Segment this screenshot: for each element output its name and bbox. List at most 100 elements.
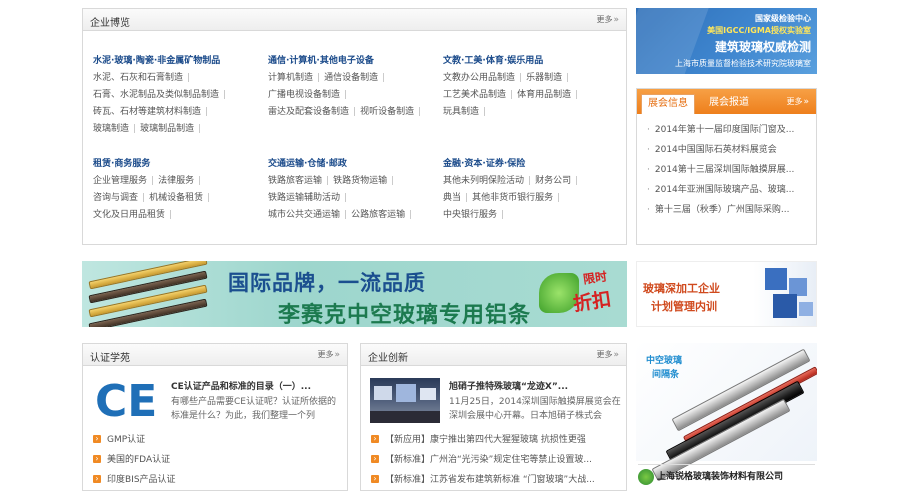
- subcategory-link[interactable]: 典当: [443, 193, 461, 203]
- subcategory-link[interactable]: 中央银行服务: [443, 210, 497, 220]
- category-row: 中央银行服务 |: [443, 207, 618, 224]
- subcategory-link[interactable]: 其他未列明保险活动: [443, 176, 524, 186]
- subcategory-link[interactable]: 工艺美术品制造: [443, 90, 506, 100]
- subcategory-link[interactable]: 法律服务: [158, 176, 194, 186]
- separator: |: [205, 107, 209, 117]
- subcategory-link[interactable]: 体育用品制造: [517, 90, 571, 100]
- category-block: 水泥·玻璃·陶瓷·非金属矿物制品 水泥、石灰和石膏制造 | 石膏、水泥制品及类似制品制…: [93, 53, 268, 138]
- innovation-link[interactable]: 【新标准】江苏省发布建筑新标准 “门窗玻璃”大战...: [371, 470, 595, 490]
- ce-mark-icon[interactable]: CE: [93, 374, 157, 424]
- certification-link[interactable]: 印度BIS产品认证: [93, 470, 176, 490]
- spacer-bar-product-ad[interactable]: 中空玻璃 间隔条 上海锐格玻璃装饰材料有限公司: [636, 343, 817, 491]
- product-label-2: 间隔条: [652, 370, 680, 380]
- category-title[interactable]: 交通运输·仓储·邮政: [268, 156, 443, 169]
- category-title[interactable]: 通信·计算机·其他电子设备: [268, 53, 443, 66]
- subcategory-link[interactable]: 水泥、石灰和石膏制造: [93, 73, 183, 83]
- separator: |: [575, 176, 579, 186]
- innovation-link[interactable]: 【新应用】康宁推出第四代大猩猩玻璃 抗损性更强: [371, 430, 595, 450]
- separator: |: [142, 193, 146, 203]
- subcategory-link[interactable]: 其他非货币银行服务: [472, 193, 553, 203]
- exhibition-item[interactable]: 2014年第十一届印度国际门窗及...: [647, 120, 816, 140]
- category-row: 水泥、石灰和石膏制造 |: [93, 70, 268, 87]
- subcategory-link[interactable]: 玻璃制品制造: [140, 124, 194, 134]
- subcategory-link[interactable]: 乐器制造: [526, 73, 562, 83]
- category-title[interactable]: 租赁·商务服务: [93, 156, 268, 169]
- exhibition-panel: 展会信息 展会报道 更多 2014年第十一届印度国际门窗及...2014中国国际…: [636, 88, 817, 245]
- subcategory-link[interactable]: 咨询与调查: [93, 193, 138, 203]
- subcategory-link[interactable]: 雷达及配套设备制造: [268, 107, 349, 117]
- category-block: 交通运输·仓储·邮政 铁路旅客运输 | 铁路货物运输 | 铁路运输辅助活动 | 城市公共交通运…: [268, 156, 443, 224]
- news-title: 广州治“光污染”规定住宅等禁止设置玻...: [430, 455, 592, 465]
- more-link[interactable]: 更多: [786, 96, 809, 107]
- category-row: 铁路运输辅助活动 |: [268, 190, 443, 207]
- separator: |: [198, 124, 202, 134]
- subcategory-link[interactable]: 通信设备制造: [324, 73, 378, 83]
- aluminum-strip-ad-banner[interactable]: 国际品牌，一流品质 李赛克中空玻璃专用铝条 限时 折扣: [82, 261, 627, 327]
- training-ad-banner[interactable]: 玻璃深加工企业 计划管理内训: [636, 261, 817, 327]
- subcategory-link[interactable]: 广播电视设备制造: [268, 90, 340, 100]
- subcategory-link[interactable]: 企业管理服务: [93, 176, 147, 186]
- subcategory-link[interactable]: 玻璃制造: [93, 124, 129, 134]
- panel-title: 企业博览: [90, 18, 130, 29]
- subcategory-link[interactable]: 财务公司: [535, 176, 571, 186]
- separator: |: [391, 176, 395, 186]
- screen-graphic: [374, 386, 392, 400]
- separator: |: [198, 176, 202, 186]
- subcategory-link[interactable]: 机械设备租赁: [149, 193, 203, 203]
- exhibition-tabs: 展会信息 展会报道 更多: [637, 89, 816, 114]
- separator: |: [382, 73, 386, 83]
- exhibition-item[interactable]: 2014中国国际石英材料展览会: [647, 140, 816, 160]
- more-link[interactable]: 更多: [317, 349, 340, 360]
- separator: |: [528, 176, 532, 186]
- category-row: 城市公共交通运输 | 公路旅客运输 |: [268, 207, 443, 224]
- separator: |: [409, 210, 413, 220]
- panel-header: 企业创新 更多: [361, 344, 626, 366]
- subcategory-link[interactable]: 铁路旅客运输: [268, 176, 322, 186]
- category-row: 文教办公用品制造 | 乐器制造 |: [443, 70, 618, 87]
- subcategory-link[interactable]: 石膏、水泥制品及类似制品制造: [93, 90, 219, 100]
- floor-graphic: [370, 411, 440, 423]
- subcategory-link[interactable]: 铁路运输辅助活动: [268, 193, 340, 203]
- exhibition-item[interactable]: 2014年亚洲国际玻璃产品、玻璃...: [647, 180, 816, 200]
- category-row: 广播电视设备制造 |: [268, 87, 443, 104]
- subcategory-link[interactable]: 文化及日用品租赁: [93, 210, 165, 220]
- category-title[interactable]: 水泥·玻璃·陶瓷·非金属矿物制品: [93, 53, 268, 66]
- separator: |: [151, 176, 155, 186]
- news-thumbnail[interactable]: [370, 378, 440, 423]
- separator: |: [344, 90, 348, 100]
- category-title[interactable]: 文教·工美·体育·娱乐用品: [443, 53, 618, 66]
- category-title[interactable]: 金融·资本·证券·保险: [443, 156, 618, 169]
- product-label-1: 中空玻璃: [646, 356, 683, 366]
- banner-line-1: 玻璃深加工企业: [643, 282, 720, 295]
- subcategory-link[interactable]: 文教办公用品制造: [443, 73, 515, 83]
- subcategory-link[interactable]: 铁路货物运输: [333, 176, 387, 186]
- innovation-link[interactable]: 【新标准】广州治“光污染”规定住宅等禁止设置玻...: [371, 450, 595, 470]
- article-summary: 11月25日，2014深圳国际触摸屏展览会在深圳会展中心开幕。日本旭硝子株式会: [449, 397, 621, 421]
- banner-line-1: 国家级检验中心: [755, 14, 811, 23]
- subcategory-link[interactable]: 计算机制造: [268, 73, 313, 83]
- article-headline[interactable]: CE认证产品和标准的目录（一）...: [171, 379, 311, 392]
- subcategory-link[interactable]: 玩具制造: [443, 107, 479, 117]
- more-link[interactable]: 更多: [596, 14, 619, 25]
- separator: |: [483, 107, 487, 117]
- inspection-center-banner[interactable]: 国家级检验中心 美国IGCC/IGMA授权实验室 建筑玻璃权威检测 上海市质量监…: [636, 8, 817, 74]
- subcategory-link[interactable]: 视听设备制造: [360, 107, 414, 117]
- tab-exhibition-info[interactable]: 展会信息: [641, 94, 695, 114]
- subcategory-link[interactable]: 砖瓦、石材等建筑材料制造: [93, 107, 201, 117]
- article-headline[interactable]: 旭硝子推特殊玻璃“龙迹Ⅹ”...: [449, 379, 568, 392]
- certification-link[interactable]: GMP认证: [93, 430, 176, 450]
- exhibition-item[interactable]: 2014第十三届深圳国际触摸屏展...: [647, 160, 816, 180]
- certification-panel: 认证学苑 更多 CE CE认证产品和标准的目录（一）... 有哪些产品需要CE认…: [82, 343, 348, 491]
- tab-exhibition-report[interactable]: 展会报道: [703, 94, 755, 114]
- subcategory-link[interactable]: 城市公共交通运输: [268, 210, 340, 220]
- exhibition-item[interactable]: 第十三届（秋季）广州国际采购...: [647, 200, 816, 220]
- more-link[interactable]: 更多: [596, 349, 619, 360]
- innovation-links: 【新应用】康宁推出第四代大猩猩玻璃 抗损性更强【新标准】广州治“光污染”规定住宅…: [371, 430, 595, 490]
- separator: |: [510, 90, 514, 100]
- category-row: 玩具制造 |: [443, 104, 618, 121]
- subcategory-link[interactable]: 公路旅客运输: [351, 210, 405, 220]
- panel-title: 企业创新: [368, 353, 408, 364]
- certification-link[interactable]: 美国的FDA认证: [93, 450, 176, 470]
- ce-mark-text: CE: [95, 376, 157, 424]
- separator: |: [519, 73, 523, 83]
